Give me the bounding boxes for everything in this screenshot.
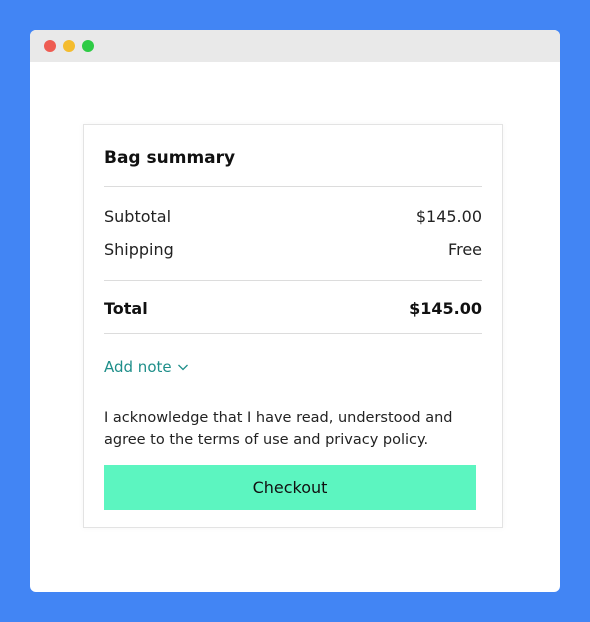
- window-titlebar: [30, 30, 560, 62]
- checkout-button[interactable]: Checkout: [104, 465, 476, 510]
- browser-window: Bag summary Subtotal $145.00 Shipping Fr…: [30, 30, 560, 592]
- add-note-toggle[interactable]: Add note: [104, 357, 189, 377]
- divider: [104, 333, 482, 334]
- divider: [104, 186, 482, 187]
- divider: [104, 280, 482, 281]
- subtotal-label: Subtotal: [104, 207, 172, 226]
- subtotal-row: Subtotal $145.00: [104, 207, 482, 227]
- shipping-value: Free: [448, 240, 482, 259]
- minimize-window-dot[interactable]: [63, 40, 75, 52]
- checkout-label: Checkout: [252, 478, 328, 497]
- bag-summary-card: Bag summary Subtotal $145.00 Shipping Fr…: [83, 124, 503, 528]
- shipping-row: Shipping Free: [104, 240, 482, 260]
- terms-acknowledgement: I acknowledge that I have read, understo…: [104, 410, 453, 448]
- card-title: Bag summary: [104, 148, 236, 168]
- total-value: $145.00: [409, 299, 482, 318]
- subtotal-value: $145.00: [415, 207, 482, 226]
- chevron-down-icon: [177, 364, 188, 371]
- add-note-label: Add note: [104, 358, 172, 376]
- total-row: Total $145.00: [104, 299, 482, 319]
- total-label: Total: [104, 299, 148, 318]
- shipping-label: Shipping: [104, 240, 174, 259]
- maximize-window-dot[interactable]: [82, 40, 94, 52]
- close-window-dot[interactable]: [44, 40, 56, 52]
